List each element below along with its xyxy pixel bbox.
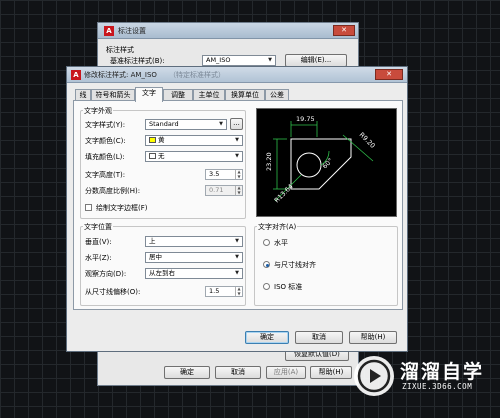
front-close-icon[interactable]: ✕ [375, 69, 403, 80]
vertical-combo[interactable]: 上 ▼ [145, 236, 243, 247]
align-iso-label: ISO 标准 [274, 283, 303, 291]
chevron-down-icon: ▼ [219, 121, 223, 127]
dimension-preview: 19.75 23.20 R13.64 R9.20 60° [256, 108, 397, 217]
back-apply-button[interactable]: 应用(A) [266, 366, 306, 379]
spinner-arrows-icon[interactable]: ▲ ▼ [235, 185, 242, 195]
spinner-arrows-icon[interactable]: ▲ ▼ [235, 286, 242, 296]
fraction-height-spinner[interactable]: 0.71 ▲ ▼ [205, 185, 243, 196]
align-dimension-line-radio[interactable] [263, 261, 270, 268]
horizontal-combo[interactable]: 居中 ▼ [145, 252, 243, 263]
spinner-arrows-icon[interactable]: ▲ ▼ [235, 169, 242, 179]
text-height-spinner[interactable]: 3.5 ▲ ▼ [205, 169, 243, 180]
front-dialog-titlebar[interactable]: A 修改标注样式: AM_ISO （特定标准样式） ✕ [67, 67, 407, 83]
base-style-label: 基准标注样式(B): [110, 57, 165, 65]
text-color-combo[interactable]: 黄 ▼ [145, 135, 243, 146]
text-color-value: 黄 [158, 136, 165, 144]
text-style-combo[interactable]: Standard ▼ [145, 119, 227, 130]
view-direction-combo[interactable]: 从左到右 ▼ [145, 268, 243, 279]
align-iso-radio[interactable] [263, 283, 270, 290]
front-ok-button[interactable]: 确定 [245, 331, 289, 344]
text-placement-title: 文字位置 [83, 222, 113, 232]
back-dialog-title: 标注设置 [118, 27, 146, 35]
fill-color-combo[interactable]: 无 ▼ [145, 151, 243, 162]
draw-frame-label: 绘制文字边框(F) [96, 204, 148, 212]
text-appearance-title: 文字外观 [83, 106, 113, 116]
watermark-title: 溜溜自学 [400, 361, 485, 383]
chevron-down-icon: ▼ [235, 270, 239, 276]
chevron-down-icon: ▼ [235, 153, 239, 159]
base-style-combo[interactable]: AM_ISO ▼ [202, 55, 276, 66]
text-style-value: Standard [149, 120, 179, 128]
horizontal-value: 居中 [149, 253, 162, 261]
front-dialog-title-extra: （特定标准样式） [169, 71, 225, 79]
offset-label: 从尺寸线偏移(O): [85, 288, 141, 296]
color-swatch [149, 153, 156, 159]
preview-label-bottom: R13.64 [273, 182, 295, 204]
preview-hole [296, 152, 322, 178]
offset-value: 1.5 [209, 287, 220, 295]
back-close-icon[interactable]: ✕ [333, 25, 355, 36]
front-dialog-title: 修改标注样式: AM_ISO [84, 71, 157, 79]
text-style-browse-button[interactable]: ... [230, 118, 243, 130]
text-alignment-title: 文字对齐(A) [257, 222, 298, 232]
preview-label-top: 19.75 [296, 115, 315, 123]
color-swatch [149, 137, 156, 143]
preview-drawing: 19.75 23.20 R13.64 R9.20 60° [265, 115, 377, 204]
text-alignment-group: 文字对齐(A) 水平 与尺寸线对齐 ISO 标准 [254, 222, 398, 306]
text-placement-group: 文字位置 垂直(V): 上 ▼ 水平(Z): 居中 ▼ 观察方向(D): 从左到… [80, 222, 246, 306]
watermark-url: ZIXUE.3D66.COM [402, 382, 473, 391]
horizontal-label: 水平(Z): [85, 254, 112, 262]
vertical-label: 垂直(V): [85, 238, 112, 246]
preview-label-left: 23.20 [265, 152, 273, 171]
autocad-app-icon: A [71, 70, 81, 80]
vertical-value: 上 [149, 237, 156, 245]
preview-label-right: R9.20 [358, 131, 377, 150]
back-cancel-button[interactable]: 取消 [215, 366, 261, 379]
text-style-label: 文字样式(Y): [85, 121, 126, 129]
front-help-button[interactable]: 帮助(H) [349, 331, 397, 344]
back-help-button[interactable]: 帮助(H) [310, 366, 352, 379]
view-direction-value: 从左到右 [149, 269, 175, 277]
back-ok-button[interactable]: 确定 [164, 366, 210, 379]
text-tab-panel: 文字外观 文字样式(Y): Standard ▼ ... 文字颜色(C): 黄 … [73, 100, 403, 310]
fill-color-label: 填充颜色(L): [85, 153, 125, 161]
play-icon [357, 359, 391, 393]
front-cancel-button[interactable]: 取消 [295, 331, 343, 344]
autocad-app-icon: A [104, 26, 114, 36]
view-direction-label: 观察方向(D): [85, 270, 127, 278]
text-height-value: 3.5 [209, 170, 220, 178]
text-color-label: 文字颜色(C): [85, 137, 126, 145]
text-height-label: 文字高度(T): [85, 171, 126, 179]
fraction-height-label: 分数高度比例(H): [85, 187, 141, 195]
base-style-value: AM_ISO [206, 56, 231, 64]
chevron-down-icon: ▼ [235, 137, 239, 143]
chevron-down-icon: ▼ [268, 57, 272, 63]
align-dimension-line-label: 与尺寸线对齐 [274, 261, 316, 269]
back-dialog-titlebar[interactable]: A 标注设置 ✕ [98, 23, 358, 39]
align-horizontal-radio[interactable] [263, 239, 270, 246]
draw-frame-checkbox[interactable] [85, 204, 92, 211]
preview-label-angle: 60° [321, 157, 335, 171]
fraction-height-value: 0.71 [209, 186, 224, 194]
dimension-style-section-label: 标注样式 [106, 46, 134, 54]
text-appearance-group: 文字外观 文字样式(Y): Standard ▼ ... 文字颜色(C): 黄 … [80, 106, 246, 219]
chevron-down-icon: ▼ [235, 238, 239, 244]
offset-spinner[interactable]: 1.5 ▲ ▼ [205, 286, 243, 297]
modify-dimension-style-dialog: A 修改标注样式: AM_ISO （特定标准样式） ✕ 线 符号和箭头 文字 调… [66, 66, 408, 352]
tab-text[interactable]: 文字 [135, 87, 163, 102]
fill-color-value: 无 [158, 152, 165, 160]
align-horizontal-label: 水平 [274, 239, 288, 247]
watermark-logo-icon [354, 356, 394, 396]
chevron-down-icon: ▼ [235, 254, 239, 260]
